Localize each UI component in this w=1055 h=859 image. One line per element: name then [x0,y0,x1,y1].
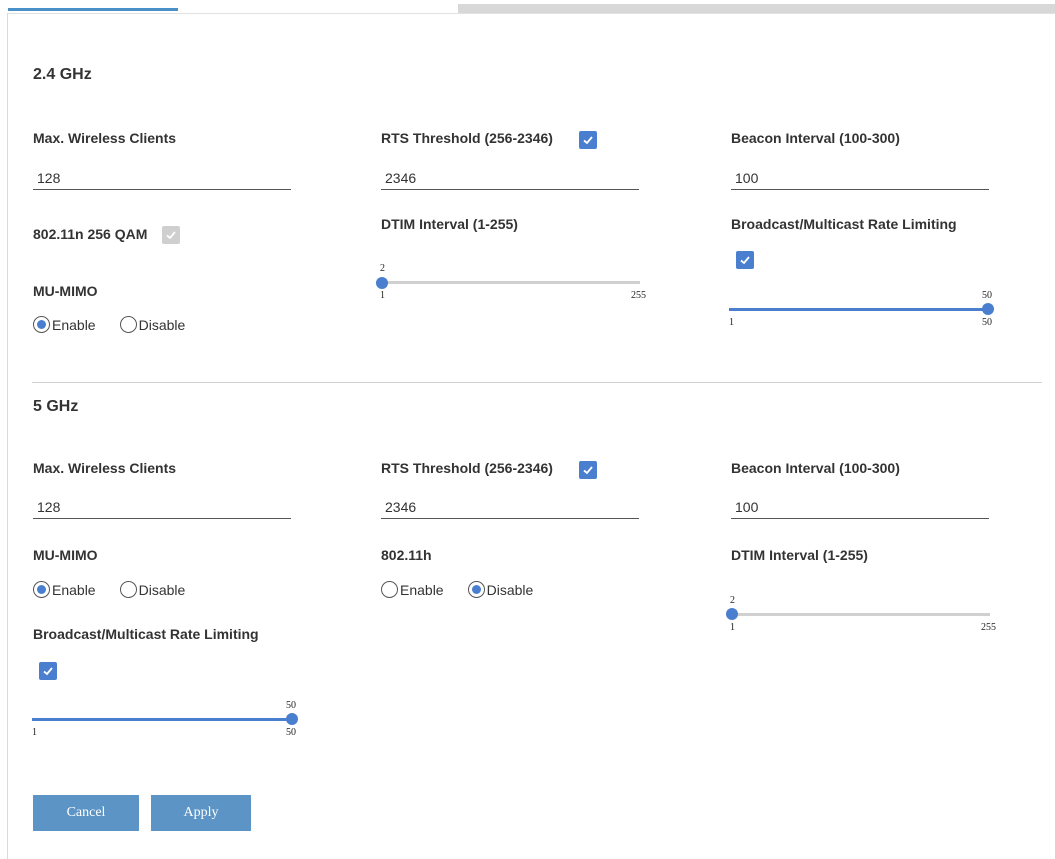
panel-left-border [7,13,8,859]
max-clients-input-5[interactable] [33,495,291,519]
mumimo-enable-radio-24[interactable]: Enable [33,316,96,333]
80211h-radio-group-5: Enable Disable [381,581,557,598]
beacon-interval-label-5: Beacon Interval (100-300) [731,460,900,476]
dtim-slider-min-24: 1 [380,290,385,301]
apply-button[interactable]: Apply [151,795,251,831]
qam-label-24: 802.11n 256 QAM [33,226,148,242]
bcast-rate-label-5: Broadcast/Multicast Rate Limiting [33,626,259,642]
rts-threshold-input-5[interactable] [381,495,639,519]
radio-label: Enable [52,581,96,598]
dtim-slider-value-5: 2 [730,595,735,606]
radio-label: Enable [52,316,96,333]
dtim-interval-label-24: DTIM Interval (1-255) [381,216,518,232]
section-divider [32,382,1042,383]
rts-threshold-checkbox-5[interactable] [579,461,597,479]
bcast-rate-checkbox-24[interactable] [736,251,754,269]
radio-selected-dot [37,585,46,594]
rts-threshold-checkbox-24[interactable] [579,131,597,149]
bcast-slider-min-24: 1 [729,317,734,328]
slider-fill [729,308,989,311]
mumimo-radio-group-5: Enable Disable [33,581,209,598]
radio-button[interactable] [119,581,137,598]
bcast-slider-max-5: 50 [286,727,296,738]
checkmark-icon [740,256,750,265]
beacon-interval-label-24: Beacon Interval (100-300) [731,130,900,146]
slider-track [376,281,640,284]
active-tab-indicator[interactable] [8,8,178,11]
mumimo-disable-radio-24[interactable]: Disable [119,316,186,333]
mumimo-enable-radio-5[interactable]: Enable [33,581,96,598]
slider-thumb[interactable] [726,608,738,620]
dtim-slider-max-5: 255 [981,622,996,633]
mumimo-label-5: MU-MIMO [33,547,98,563]
radio-button[interactable] [467,581,485,598]
section-title-5ghz: 5 GHz [33,398,79,415]
checkmark-icon [166,231,176,240]
radio-button[interactable] [33,316,50,333]
beacon-interval-input-24[interactable] [731,166,989,190]
radio-button[interactable] [33,581,50,598]
beacon-interval-input-5[interactable] [731,495,989,519]
slider-thumb[interactable] [376,277,388,289]
80211h-enable-radio-5[interactable]: Enable [381,581,444,598]
max-clients-input-24[interactable] [33,166,291,190]
cancel-button[interactable]: Cancel [33,795,139,831]
checkmark-icon [583,136,593,145]
max-clients-label-24: Max. Wireless Clients [33,130,177,146]
slider-fill [32,718,292,721]
mumimo-radio-group-24: Enable Disable [33,316,209,333]
bcast-rate-slider-24[interactable]: 50 1 50 [729,290,995,330]
dtim-slider-5[interactable]: 2 1 255 [726,595,996,635]
bcast-slider-min-5: 1 [32,727,37,738]
bcast-rate-checkbox-5[interactable] [39,662,57,680]
rts-threshold-label-5: RTS Threshold (256-2346) [381,460,553,476]
radio-label: Enable [400,581,444,598]
slider-track [726,613,990,616]
bcast-rate-label-24: Broadcast/Multicast Rate Limiting [731,216,957,232]
section-title-24ghz: 2.4 GHz [33,66,92,83]
dtim-slider-24[interactable]: 2 1 255 [376,263,646,303]
slider-thumb[interactable] [982,303,994,315]
80211h-label-5: 802.11h [381,547,432,563]
mumimo-label-24: MU-MIMO [33,283,98,299]
dtim-slider-max-24: 255 [631,290,646,301]
rts-threshold-input-24[interactable] [381,166,639,190]
dtim-slider-min-5: 1 [730,622,735,633]
radio-label: Disable [486,581,534,598]
radio-selected-dot [37,320,46,329]
dtim-slider-value-24: 2 [380,263,385,274]
bcast-slider-max-24: 50 [982,317,992,328]
dtim-interval-label-5: DTIM Interval (1-255) [731,547,868,563]
checkmark-icon [43,667,53,676]
radio-button[interactable] [119,316,137,333]
tab-divider [8,13,1055,14]
bcast-slider-value-24: 50 [982,290,992,301]
radio-label: Disable [138,581,186,598]
bcast-rate-slider-5[interactable]: 50 1 50 [32,700,298,740]
mumimo-disable-radio-5[interactable]: Disable [119,581,186,598]
bcast-slider-value-5: 50 [286,700,296,711]
80211h-disable-radio-5[interactable]: Disable [467,581,534,598]
max-clients-label-5: Max. Wireless Clients [33,460,177,476]
tab-bar [0,0,1055,14]
radio-selected-dot [471,585,481,594]
rts-threshold-label-24: RTS Threshold (256-2346) [381,130,553,146]
radio-button[interactable] [381,581,398,598]
qam-checkbox-24[interactable] [162,226,180,244]
radio-label: Disable [138,316,186,333]
slider-thumb[interactable] [286,713,298,725]
checkmark-icon [583,466,593,475]
